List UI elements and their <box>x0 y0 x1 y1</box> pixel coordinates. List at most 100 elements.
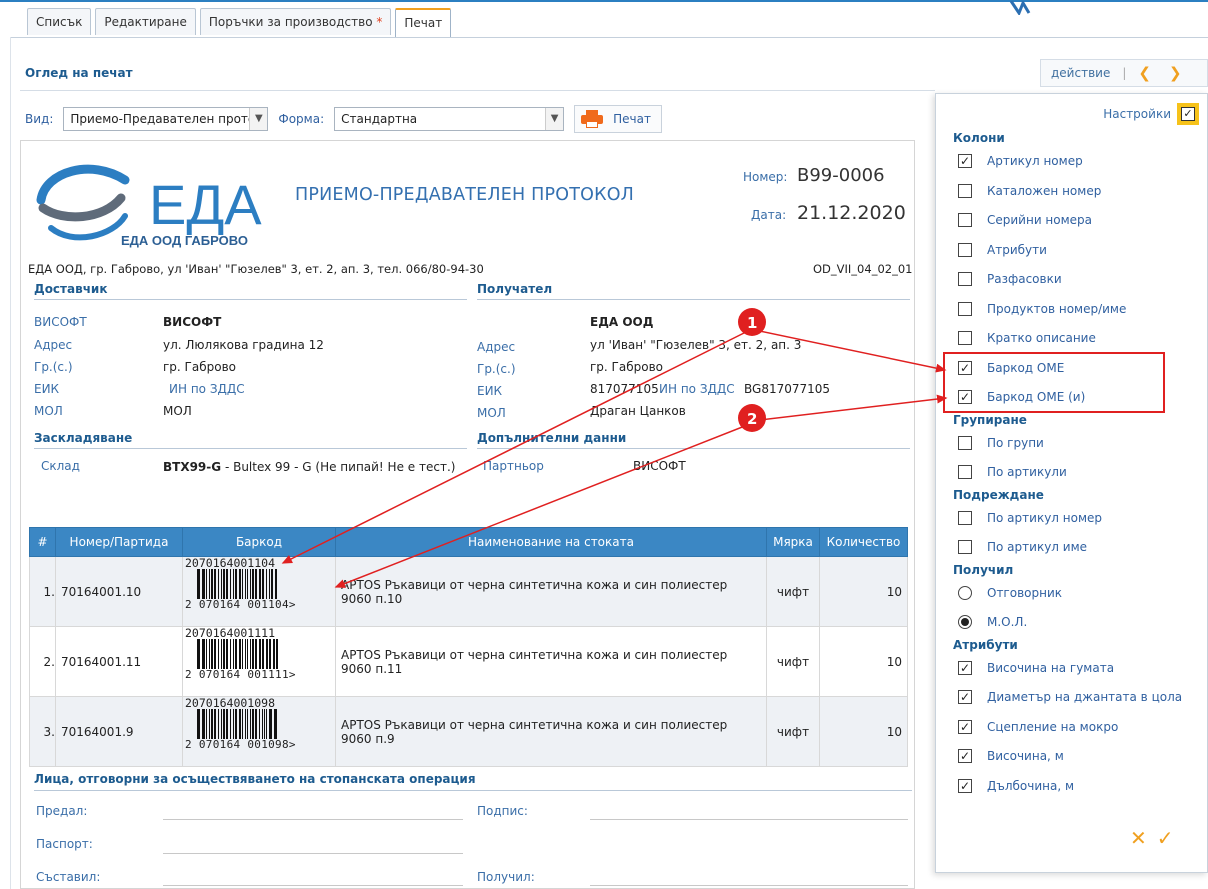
row-qty: 10 <box>819 696 908 767</box>
barcode-bar <box>223 569 225 599</box>
row-unit: чифт <box>766 556 820 627</box>
checkbox-empty-icon[interactable] <box>958 183 972 198</box>
checkbox-empty-icon[interactable] <box>958 465 972 479</box>
checkbox-empty-icon[interactable] <box>958 213 972 227</box>
checkbox-checked-icon[interactable]: ✓ <box>958 778 972 793</box>
tab-edit[interactable]: Редактиране <box>95 8 196 35</box>
checkbox-empty-icon[interactable] <box>958 301 972 316</box>
checkbox-checked-icon[interactable]: ✓ <box>958 749 972 763</box>
settings-toggle[interactable]: ✓ <box>1177 103 1199 125</box>
column-option[interactable]: Кратко описание <box>958 331 1096 345</box>
confirm-button[interactable]: ✓ <box>1157 828 1174 848</box>
document-number: B99-0006 <box>797 165 885 186</box>
barcode-bar <box>266 709 267 739</box>
row-item-name: APTOS Ръкавици от черна синтетична кожа … <box>335 626 767 697</box>
supplier-city: гр. Габрово <box>163 360 236 374</box>
checkbox-empty-icon[interactable] <box>958 540 972 554</box>
form-select[interactable]: Стандартна ▼ <box>334 107 565 131</box>
column-option[interactable]: Продуктов номер/име <box>958 301 1127 316</box>
barcode-bars <box>197 569 277 599</box>
option-label: Каталожен номер <box>987 183 1102 198</box>
col-header-batch: Номер/Партида <box>55 527 183 557</box>
checkbox-checked-icon[interactable]: ✓ <box>958 660 972 675</box>
checkbox-checked-icon[interactable]: ✓ <box>958 719 972 734</box>
checkbox-checked-icon[interactable]: ✓ <box>958 690 972 704</box>
tab-production-orders[interactable]: Поръчки за производство * <box>199 8 392 35</box>
barcode-bar <box>202 709 205 739</box>
section-divider <box>34 790 912 791</box>
barcode-bar <box>209 569 210 599</box>
form-select-value: Стандартна <box>341 112 418 126</box>
tab-list[interactable]: Списък <box>27 8 92 35</box>
barcode-bar <box>259 709 260 739</box>
receiver-option[interactable]: М.О.Л. <box>958 615 1027 629</box>
barcode-human-readable: 2 070164 001098> <box>185 738 296 751</box>
print-button[interactable]: Печат <box>574 105 662 133</box>
sort-option[interactable]: По артикул номер <box>958 510 1102 525</box>
prev-arrow-icon[interactable]: ❮ <box>1138 64 1151 82</box>
cancel-button[interactable]: ✕ <box>1130 828 1147 848</box>
warehouse-value: BTX99-G - Bultex 99 - G (Не пипай! Не е … <box>163 459 463 475</box>
option-label: Дълбочина, м <box>987 778 1075 793</box>
view-select[interactable]: Приемо-Предавателен протс ▼ <box>63 107 269 131</box>
storage-heading: Заскладяване <box>34 431 133 445</box>
option-label: Продуктов номер/име <box>987 301 1127 316</box>
group-option[interactable]: По групи <box>958 435 1044 450</box>
document-title: ПРИЕМО-ПРЕДАВАТЕЛЕН ПРОТОКОЛ <box>295 185 635 205</box>
column-option[interactable]: Атрибути <box>958 242 1047 257</box>
barcode-bar <box>230 709 231 739</box>
required-star: * <box>376 15 383 29</box>
receiver-option[interactable]: Отговорник <box>958 585 1062 600</box>
barcode-bar <box>230 569 231 599</box>
option-label: Височина на гумата <box>987 660 1115 675</box>
checkbox-empty-icon[interactable] <box>958 510 972 525</box>
attribute-option[interactable]: ✓ Височина на гумата <box>958 660 1115 675</box>
view-select-value: Приемо-Предавателен протс <box>70 112 255 126</box>
barcode-bar <box>211 569 213 599</box>
attribute-option[interactable]: ✓ Дълбочина, м <box>958 778 1075 793</box>
receiver-city: гр. Габрово <box>590 360 663 374</box>
barcode-bar <box>269 709 272 739</box>
receiver-eik: 817077105 <box>590 382 659 396</box>
col-header-barcode: Баркод <box>182 527 336 557</box>
option-label: Диаметър на джантата в цола <box>987 690 1183 704</box>
checkbox-empty-icon[interactable] <box>958 331 972 345</box>
column-option[interactable]: Серийни номера <box>958 213 1092 227</box>
radio-empty-icon[interactable] <box>958 585 972 600</box>
barcode-bar <box>276 639 278 669</box>
barcode-bar <box>255 569 257 599</box>
radio-selected-icon[interactable] <box>958 615 972 629</box>
column-option[interactable]: ✓ Артикул номер <box>958 154 1083 168</box>
action-menu[interactable]: действие <box>1051 66 1110 80</box>
attribute-option[interactable]: ✓ Сцепление на мокро <box>958 719 1118 734</box>
checkbox-empty-icon[interactable] <box>958 435 972 450</box>
receiver-mol: Драган Цанков <box>590 404 686 418</box>
checkbox-empty-icon[interactable] <box>958 242 972 257</box>
attribute-option[interactable]: ✓ Височина, м <box>958 749 1064 763</box>
tab-print[interactable]: Печат <box>395 8 452 38</box>
attribute-option[interactable]: ✓ Диаметър на джантата в цола <box>958 690 1182 704</box>
checkbox-checked-icon[interactable]: ✓ <box>958 154 972 168</box>
table-row: 2. 70164001.11 2070164001111 2 070164 00… <box>29 626 908 697</box>
checkbox-empty-icon[interactable] <box>958 272 972 286</box>
next-arrow-icon[interactable]: ❯ <box>1169 64 1182 82</box>
row-batch: 70164001.10 <box>55 556 183 627</box>
column-option[interactable]: Каталожен номер <box>958 183 1102 198</box>
columns-heading: Колони <box>953 131 1005 145</box>
chevron-down-icon: ▼ <box>249 108 268 130</box>
barcode-bar <box>218 569 219 599</box>
barcode-bar <box>206 709 207 739</box>
sort-option[interactable]: По артикул име <box>958 540 1087 554</box>
row-barcode: 2070164001104 2 070164 001104> <box>182 556 336 627</box>
responsible-heading: Лица, отговорни за осъществяването на ст… <box>34 772 476 786</box>
handed-line <box>163 819 463 820</box>
barcode-bar <box>245 569 246 599</box>
column-option[interactable]: Разфасовки <box>958 272 1062 286</box>
number-label: Номер: <box>743 170 788 184</box>
document-preview: ЕДА ЕДА ООД ГАБРОВО ПРИЕМО-ПРЕДАВАТЕЛЕН … <box>20 140 915 889</box>
barcode-bar <box>242 569 243 599</box>
row-index: 3. <box>29 696 56 767</box>
form-label: Форма: <box>278 112 325 126</box>
settings-title: Настройки <box>1103 107 1171 121</box>
group-option[interactable]: По артикули <box>958 465 1067 479</box>
